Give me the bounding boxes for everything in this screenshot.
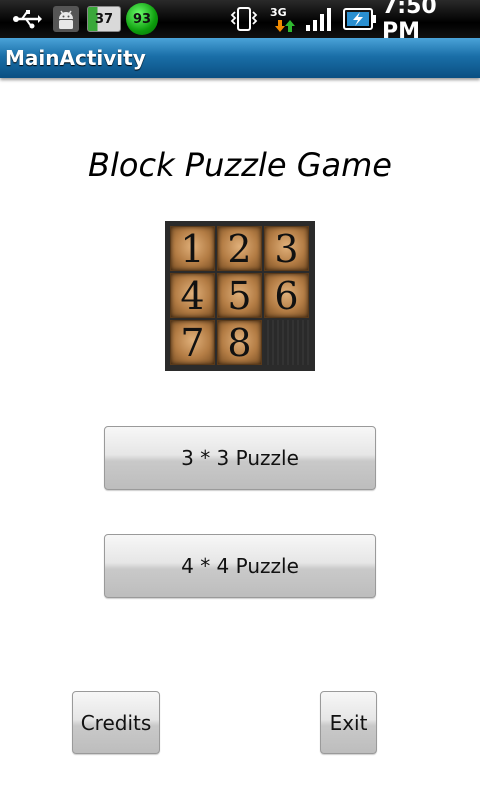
puzzle-tile: 5 [217, 273, 262, 318]
signal-strength-icon [304, 0, 336, 38]
battery-app-value: 37 [87, 6, 121, 32]
game-title: Block Puzzle Game [88, 146, 392, 184]
network-type-label: 3G [270, 6, 287, 19]
battery-level-app-icon: 37 [86, 0, 122, 38]
exit-button[interactable]: Exit [320, 691, 377, 754]
puzzle-tile: 4 [170, 273, 215, 318]
credits-button[interactable]: Credits [72, 691, 160, 754]
puzzle-empty-slot [264, 320, 309, 365]
clock: 7:50 PM [382, 0, 437, 44]
activity-title: MainActivity [5, 46, 146, 70]
status-bar: 37 93 3G 7:50 PM [0, 0, 480, 44]
puzzle-tile: 8 [217, 320, 262, 365]
puzzle-tile: 2 [217, 226, 262, 271]
vibrate-icon [226, 0, 262, 38]
title-bar: MainActivity [0, 38, 480, 78]
usb-icon [10, 0, 44, 38]
puzzle-3x3-button[interactable]: 3 * 3 Puzzle [104, 426, 376, 490]
puzzle-tile: 1 [170, 226, 215, 271]
puzzle-tile: 3 [264, 226, 309, 271]
android-debug-icon [50, 0, 82, 38]
puzzle-tile: 7 [170, 320, 215, 365]
battery-charging-icon [342, 0, 378, 38]
temperature-app-icon: 93 [124, 0, 160, 38]
temperature-value: 93 [126, 3, 158, 35]
puzzle-4x4-button[interactable]: 4 * 4 Puzzle [104, 534, 376, 598]
puzzle-preview-image: 1 2 3 4 5 6 7 8 [165, 221, 315, 371]
3g-data-icon: 3G [266, 0, 300, 38]
puzzle-tile: 6 [264, 273, 309, 318]
